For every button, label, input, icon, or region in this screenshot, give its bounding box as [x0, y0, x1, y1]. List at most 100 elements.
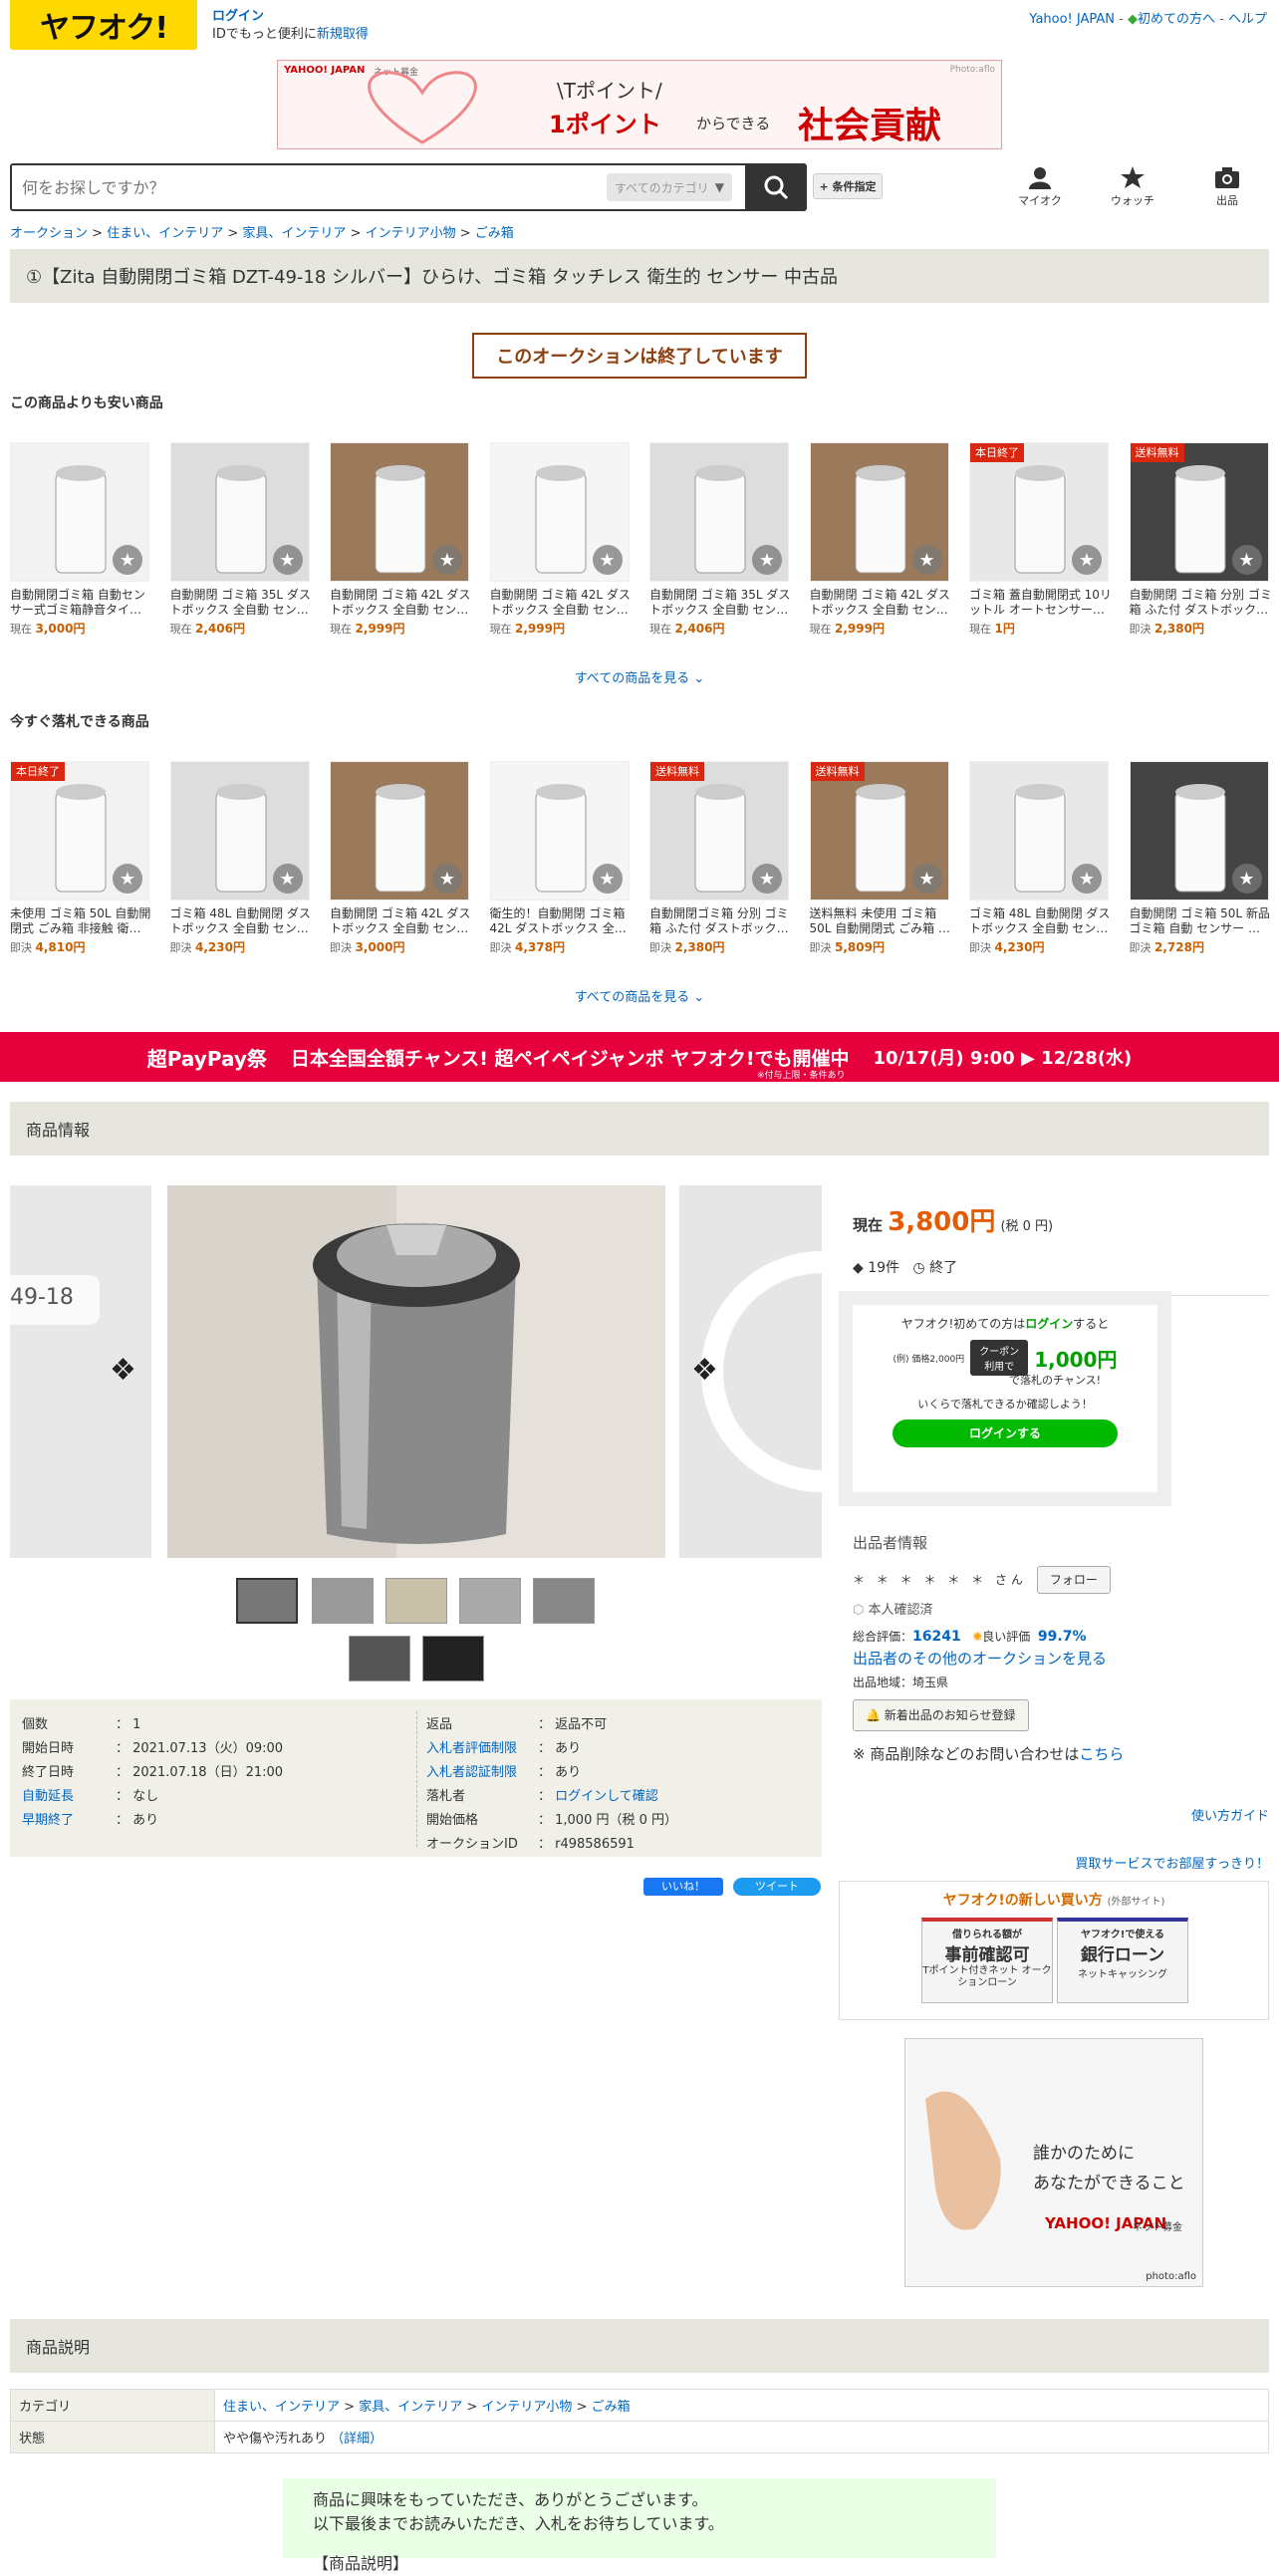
thumbnail[interactable] — [236, 1578, 298, 1624]
category-link[interactable]: インテリア小物 — [481, 2400, 572, 2415]
watch-star-icon[interactable]: ★ — [1072, 545, 1102, 575]
watch-star-icon[interactable]: ★ — [1231, 545, 1262, 575]
breadcrumb-link[interactable]: 家具、インテリア — [242, 226, 346, 241]
product-name[interactable]: 自動開閉 ゴミ箱 35L ダストボックス 全自動 セン… — [649, 588, 793, 618]
product-name[interactable]: 自動開閉 ゴミ箱 42L ダストボックス 全自動 セン… — [330, 906, 473, 936]
thumbnail[interactable] — [533, 1578, 595, 1624]
product-name[interactable]: ゴミ箱 蓋自動開閉式 10リットル オートセンサー… — [969, 588, 1113, 618]
search-conditions-button[interactable]: + 条件指定 — [813, 173, 883, 199]
product-card[interactable]: 本日終了 ★ ゴミ箱 蓋自動開閉式 10リットル オートセンサー… 現在 1円 — [969, 442, 1113, 637]
watch-star-icon[interactable]: ★ — [272, 864, 303, 894]
product-image[interactable]: ★ — [169, 442, 310, 582]
product-image[interactable]: 送料無料 ★ — [1129, 442, 1269, 582]
search-button[interactable] — [745, 163, 807, 211]
spec-label[interactable]: 入札者評価制限 — [426, 1737, 517, 1759]
product-image[interactable]: 本日終了 ★ — [969, 442, 1109, 582]
category-link[interactable]: 住まい、インテリア — [223, 2400, 340, 2415]
watch-star-icon[interactable]: ★ — [272, 545, 303, 575]
watch-star-icon[interactable]: ★ — [752, 864, 782, 894]
loan-card-2[interactable]: ヤフオク!で使える 銀行ローン ネットキャッシング — [1057, 1918, 1188, 2003]
yafuoku-logo[interactable]: ヤフオク! — [10, 0, 197, 50]
product-name[interactable]: 自動開閉 ゴミ箱 42L ダストボックス 全自動 セン… — [330, 588, 473, 618]
paypay-jumbo-banner[interactable]: 超PayPay祭 日本全国全額チャンス! 超ペイペイジャンボ ヤフオク!でも開催… — [0, 1032, 1279, 1082]
login-to-confirm-link[interactable]: ログインして確認 — [555, 1789, 658, 1804]
product-name[interactable]: 自動開閉 ゴミ箱 42L ダストボックス 全自動 セン… — [490, 588, 634, 618]
shopping-link[interactable]: 買取サービスでお部屋すっきり！ — [1076, 1853, 1269, 1872]
product-image[interactable]: ★ — [489, 761, 630, 901]
product-card[interactable]: ★ 自動開閉 ゴミ箱 35L ダストボックス 全自動 セン… 現在 2,406円 — [169, 442, 314, 637]
next-arrow-icon[interactable]: ❖ — [691, 1353, 718, 1388]
rating-link[interactable]: 16241 — [912, 1629, 961, 1645]
promo-login-link[interactable]: ログイン — [1025, 1317, 1073, 1331]
product-image[interactable]: 送料無料 ★ — [649, 761, 789, 901]
condition-detail-link[interactable]: （詳細） — [331, 2432, 383, 2447]
product-image[interactable]: ★ — [649, 442, 789, 582]
product-card[interactable]: 送料無料 ★ 自動開閉 ゴミ箱 分別 ゴミ箱 ふた付 ダストボック… 即決 2,380… — [1129, 442, 1273, 637]
product-name[interactable]: 自動開閉 ゴミ箱 分別 ゴミ箱 ふた付 ダストボック… — [1130, 588, 1273, 618]
thumbnail[interactable] — [349, 1636, 410, 1681]
like-button[interactable]: いいね！ — [643, 1878, 723, 1896]
product-name[interactable]: 自動開閉ゴミ箱 分別 ゴミ箱 ふた付 ダストボック… — [649, 906, 793, 936]
product-card[interactable]: ★ 自動開閉 ゴミ箱 35L ダストボックス 全自動 セン… 現在 2,406円 — [649, 442, 793, 637]
product-name[interactable]: 自動開閉 ゴミ箱 50L 新品 ゴミ箱 自動 センサー … — [1130, 906, 1273, 936]
product-card[interactable]: ★ ゴミ箱 48L 自動開閉 ダストボックス 全自動 セン… 即決 4,230円 — [169, 761, 314, 955]
see-all-cheaper-link[interactable]: すべての商品を見る ⌄ — [0, 667, 1279, 686]
product-name[interactable]: 自動開閉 ゴミ箱 42L ダストボックス 全自動 セン… — [810, 588, 953, 618]
watch-star-icon[interactable]: ★ — [1231, 864, 1262, 894]
category-link[interactable]: ごみ箱 — [592, 2400, 631, 2415]
product-name[interactable]: 自動開閉 ゴミ箱 35L ダストボックス 全自動 セン… — [170, 588, 314, 618]
loan-card-1[interactable]: 借りられる額が 事前確認可 Tポイント付きネット オークションローン — [921, 1918, 1053, 2003]
watch-star-icon[interactable]: ★ — [592, 545, 623, 575]
watch-star-icon[interactable]: ★ — [1072, 864, 1102, 894]
thumbnail[interactable] — [422, 1636, 484, 1681]
product-card[interactable]: ★ ゴミ箱 48L 自動開閉 ダストボックス 全自動 セン… 即決 4,230円 — [969, 761, 1113, 955]
watch-button[interactable]: ウォッチ — [1103, 165, 1162, 208]
product-card[interactable]: ★ 自動開閉 ゴミ箱 50L 新品 ゴミ箱 自動 センサー … 即決 2,728円 — [1129, 761, 1273, 955]
product-name[interactable]: 送料無料 未使用 ゴミ箱 50L 自動開閉式 ごみ箱 … — [810, 906, 953, 936]
inquiry-link[interactable]: こちら — [1079, 1745, 1124, 1763]
watch-star-icon[interactable]: ★ — [592, 864, 623, 894]
breadcrumb-link[interactable]: インテリア小物 — [366, 226, 456, 241]
watch-star-icon[interactable]: ★ — [911, 545, 942, 575]
watch-star-icon[interactable]: ★ — [113, 545, 142, 575]
product-card[interactable]: ★ 自動開閉 ゴミ箱 42L ダストボックス 全自動 セン… 現在 2,999円 — [330, 442, 473, 637]
product-image[interactable]: ★ — [969, 761, 1109, 901]
breadcrumb-link[interactable]: オークション — [10, 226, 88, 241]
yahoo-japan-link[interactable]: Yahoo! JAPAN — [1029, 12, 1115, 27]
product-name[interactable]: ゴミ箱 48L 自動開閉 ダストボックス 全自動 セン… — [969, 906, 1113, 936]
thumbnail[interactable] — [459, 1578, 521, 1624]
donation-ad[interactable]: 誰かのために あなたができること YAHOO! JAPAN ネット募金 phot… — [904, 2038, 1203, 2287]
product-image[interactable]: ★ — [10, 442, 149, 582]
product-card[interactable]: 本日終了 ★ 未使用 ゴミ箱 50L 自動開閉式 ごみ箱 非接触 衛… 即決 4,81… — [10, 761, 153, 955]
product-card[interactable]: ★ 自動開閉 ゴミ箱 42L ダストボックス 全自動 セン… 現在 2,999円 — [489, 442, 634, 637]
other-auctions-link[interactable]: 出品者のその他のオークションを見る — [853, 1650, 1107, 1668]
product-image[interactable]: 送料無料 ★ — [809, 761, 949, 901]
top-banner-ad[interactable]: YAHOO! JAPAN ネット募金 Photo:aflo \Tポイント/ 1ポ… — [277, 60, 1002, 149]
product-card[interactable]: ★ 自動開閉 ゴミ箱 42L ダストボックス 全自動 セン… 即決 3,000円 — [330, 761, 473, 955]
watch-star-icon[interactable]: ★ — [911, 864, 942, 894]
prev-arrow-icon[interactable]: ❖ — [110, 1353, 136, 1388]
product-card[interactable]: 送料無料 ★ 自動開閉ゴミ箱 分別 ゴミ箱 ふた付 ダストボック… 即決 2,380円 — [649, 761, 793, 955]
breadcrumb-link[interactable]: ごみ箱 — [475, 226, 514, 241]
product-card[interactable]: ★ 衛生的！自動開閉 ゴミ箱 42L ダストボックス 全… 即決 4,378円 — [489, 761, 634, 955]
category-select[interactable]: すべてのカテゴリ ▼ — [607, 173, 732, 201]
myauc-button[interactable]: マイオク — [1010, 165, 1070, 208]
product-name[interactable]: 未使用 ゴミ箱 50L 自動開閉式 ごみ箱 非接触 衛… — [10, 906, 153, 936]
product-image[interactable]: ★ — [809, 442, 949, 582]
login-link[interactable]: ログイン — [212, 9, 264, 24]
watch-star-icon[interactable]: ★ — [432, 864, 462, 894]
product-card[interactable]: ★ 自動開閉 ゴミ箱 42L ダストボックス 全自動 セン… 現在 2,999円 — [809, 442, 953, 637]
new-listing-alert-button[interactable]: 🔔 新着出品のお知らせ登録 — [853, 1699, 1029, 1731]
product-image[interactable]: ★ — [330, 442, 469, 582]
search-input[interactable] — [22, 175, 600, 199]
watch-star-icon[interactable]: ★ — [113, 864, 142, 894]
product-image[interactable]: 本日終了 ★ — [10, 761, 149, 901]
product-image[interactable]: ★ — [330, 761, 469, 901]
thumbnail[interactable] — [385, 1578, 447, 1624]
product-name[interactable]: 自動開閉ゴミ箱 自動センサー式ゴミ箱静音タイ… — [10, 588, 153, 618]
category-link[interactable]: 家具、インテリア — [359, 2400, 462, 2415]
see-all-buynow-link[interactable]: すべての商品を見る ⌄ — [0, 986, 1279, 1005]
watch-star-icon[interactable]: ★ — [432, 545, 462, 575]
follow-button[interactable]: フォロー — [1036, 1566, 1111, 1594]
help-link[interactable]: ヘルプ — [1228, 12, 1267, 27]
